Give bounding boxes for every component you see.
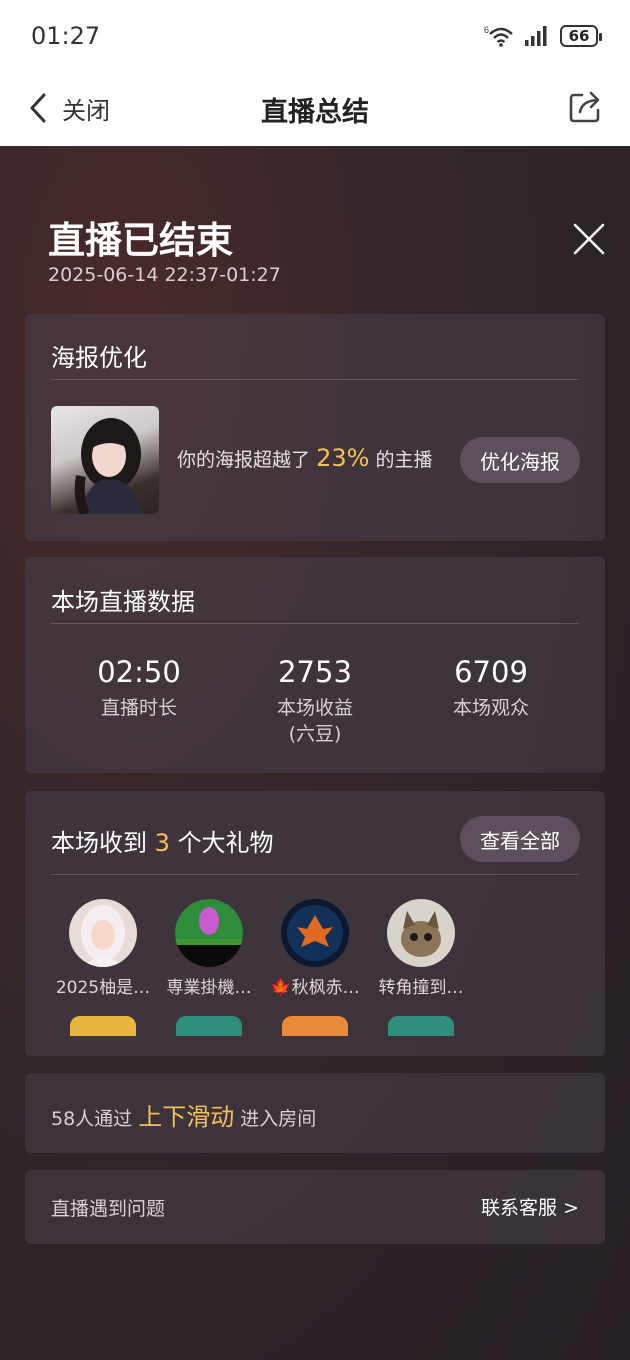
swipe-prefix: 58人通过 [51,1108,133,1130]
share-icon[interactable] [568,88,602,124]
stat-label: 本场收益 (六豆) [276,697,353,745]
signal-icon [525,26,547,46]
poster-text-suffix: 的主播 [375,449,433,471]
stats-section-title: 本场直播数据 [51,588,195,616]
poster-rank-text: 你的海报超越了 23% 的主播 [177,444,432,472]
level-badge [70,1016,136,1036]
poster-optimization-card: 海报优化 你的海报超越了 23% 的主播 优化海报 [25,314,605,541]
stat-label: 直播时长 [100,697,177,719]
status-bar: 01:27 6 66 [0,0,630,72]
nav-bar: 关闭 直播总结 [0,72,630,146]
help-text: 直播遇到问题 [51,1198,166,1220]
poster-thumbnail [51,406,159,514]
stat-value: 2753 [278,655,352,689]
contact-support-link[interactable]: 联系客服 > [481,1193,579,1220]
help-card: 直播遇到问题 联系客服 > [25,1170,605,1244]
svg-text:6: 6 [484,25,489,35]
gift-sender[interactable]: 转角撞到… [368,899,474,1036]
level-badge [388,1016,454,1036]
swipe-entry-text: 58人通过 上下滑动 进入房间 [51,1097,316,1132]
live-ended-title: 直播已结束 [48,219,233,262]
gift-sender-name: 🍁秋枫赤… [270,978,360,998]
gift-sender-name: 转角撞到… [378,978,464,998]
avatar [281,899,349,967]
poster-section-title: 海报优化 [51,344,147,372]
avatar [69,899,137,967]
avatar [387,899,455,967]
gift-sender[interactable]: 専業掛機… [156,899,262,1036]
stat-value: 6709 [454,655,528,689]
divider [51,874,579,875]
stat-earnings: 2753 本场收益 (六豆) [225,655,405,747]
page-title: 直播总结 [261,97,369,128]
live-time-range: 2025-06-14 22:37-01:27 [48,264,281,286]
poster-text-prefix: 你的海报超越了 [177,449,311,471]
gift-sender-name: 2025柚是… [55,978,151,998]
close-icon[interactable] [572,222,606,256]
gifts-title-suffix: 个大礼物 [177,829,274,857]
gifts-title-prefix: 本场收到 [51,829,147,857]
divider [51,623,579,624]
stat-viewers: 6709 本场观众 [401,655,581,721]
gift-sender-name: 専業掛機… [166,978,252,998]
status-icons: 6 66 [484,22,602,50]
swipe-highlight: 上下滑动 [138,1103,235,1131]
big-gifts-card: 本场收到 3 个大礼物 查看全部 2025柚是… 専業掛機… 🍁秋枫赤… 转角撞… [25,791,605,1056]
poster-percent: 23% [316,444,370,472]
stat-label: 本场观众 [452,697,529,719]
view-all-gifts-button[interactable]: 查看全部 [460,816,580,862]
optimize-poster-button[interactable]: 优化海报 [460,437,580,483]
stat-duration: 02:50 直播时长 [49,655,229,721]
swipe-entry-card: 58人通过 上下滑动 进入房间 [25,1073,605,1153]
gift-sender[interactable]: 2025柚是… [50,899,156,1036]
live-stats-card: 本场直播数据 02:50 直播时长 2753 本场收益 (六豆) 6709 本场… [25,557,605,773]
level-badge [282,1016,348,1036]
stat-value: 02:50 [97,655,181,689]
gifts-count: 3 [154,829,170,857]
wifi-6-icon: 6 [484,25,513,47]
swipe-suffix: 进入房间 [240,1108,317,1130]
status-time: 01:27 [31,22,101,50]
level-badge [176,1016,242,1036]
divider [51,379,579,380]
avatar [175,899,243,967]
battery-icon: 66 [560,25,602,47]
gifts-section-title: 本场收到 3 个大礼物 [51,823,274,858]
gift-sender[interactable]: 🍁秋枫赤… [262,899,368,1036]
